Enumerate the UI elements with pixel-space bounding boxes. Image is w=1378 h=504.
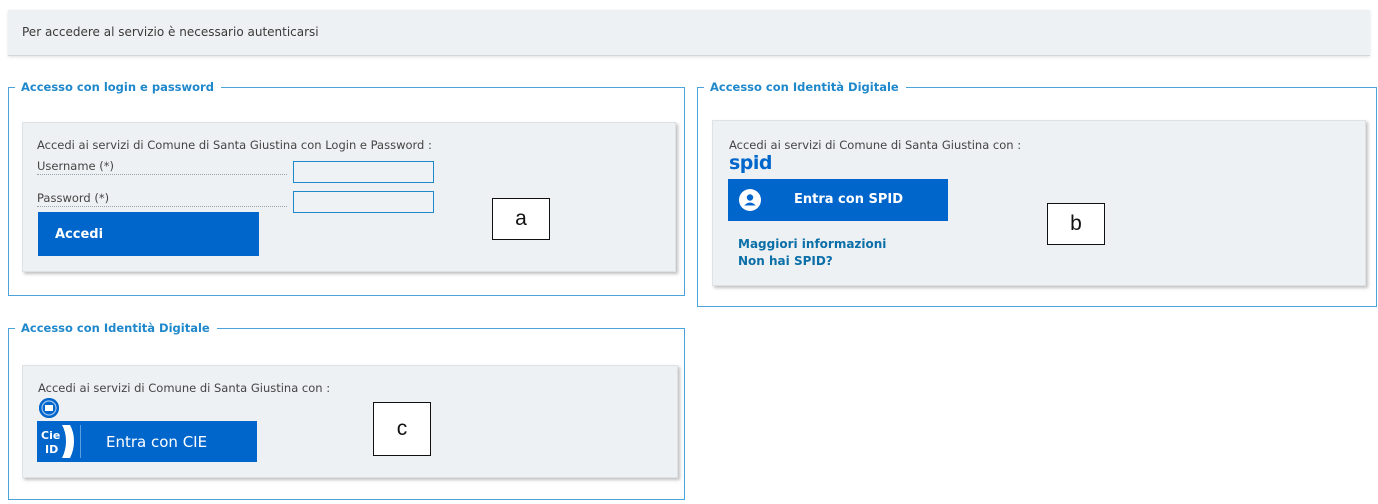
annotation-c: c <box>373 402 431 456</box>
login-panel-legend: Accesso con login e password <box>8 80 221 94</box>
auth-banner: Per accedere al servizio è necessario au… <box>8 10 1370 56</box>
cie-logo-icon: Cie ID <box>40 424 76 459</box>
entra-con-spid-button[interactable]: Entra con SPID <box>728 179 948 221</box>
cie-badge-bottom: ID <box>45 443 58 456</box>
cie-intro: Accedi ai servizi di Comune di Santa Giu… <box>38 381 331 395</box>
cie-button-label: Entra con CIE <box>106 433 208 451</box>
password-input[interactable] <box>293 191 434 213</box>
login-intro: Accedi ai servizi di Comune di Santa Giu… <box>37 138 432 152</box>
username-label: Username (*) <box>37 159 287 175</box>
entra-con-cie-button[interactable]: Cie ID Entra con CIE <box>37 421 257 462</box>
non-hai-spid-link[interactable]: Non hai SPID? <box>738 254 833 268</box>
accedi-button-label: Accedi <box>55 227 104 242</box>
cie-badge-top: Cie <box>41 429 60 442</box>
login-card: Accedi ai servizi di Comune di Santa Giu… <box>22 122 676 272</box>
password-label: Password (*) <box>37 191 287 207</box>
cie-panel-legend: Accesso con Identità Digitale <box>8 321 217 335</box>
spid-user-icon <box>739 189 761 211</box>
annotation-b: b <box>1047 203 1105 245</box>
spid-panel-legend: Accesso con Identità Digitale <box>697 80 906 94</box>
spid-card: Accedi ai servizi di Comune di Santa Giu… <box>712 120 1366 286</box>
username-input[interactable] <box>293 161 434 183</box>
accedi-button[interactable]: Accedi <box>38 212 259 256</box>
spid-intro: Accedi ai servizi di Comune di Santa Giu… <box>729 138 1022 152</box>
cie-button-divider <box>80 425 81 458</box>
banner-text: Per accedere al servizio è necessario au… <box>22 25 319 39</box>
maggiori-informazioni-link[interactable]: Maggiori informazioni <box>738 237 886 251</box>
cie-mini-icon <box>39 398 59 418</box>
spid-logo-text: spid <box>729 152 773 174</box>
spid-logo: spid <box>729 152 773 174</box>
annotation-a: a <box>492 198 550 240</box>
cie-card: Accedi ai servizi di Comune di Santa Giu… <box>22 365 678 478</box>
spid-button-label: Entra con SPID <box>794 192 903 207</box>
